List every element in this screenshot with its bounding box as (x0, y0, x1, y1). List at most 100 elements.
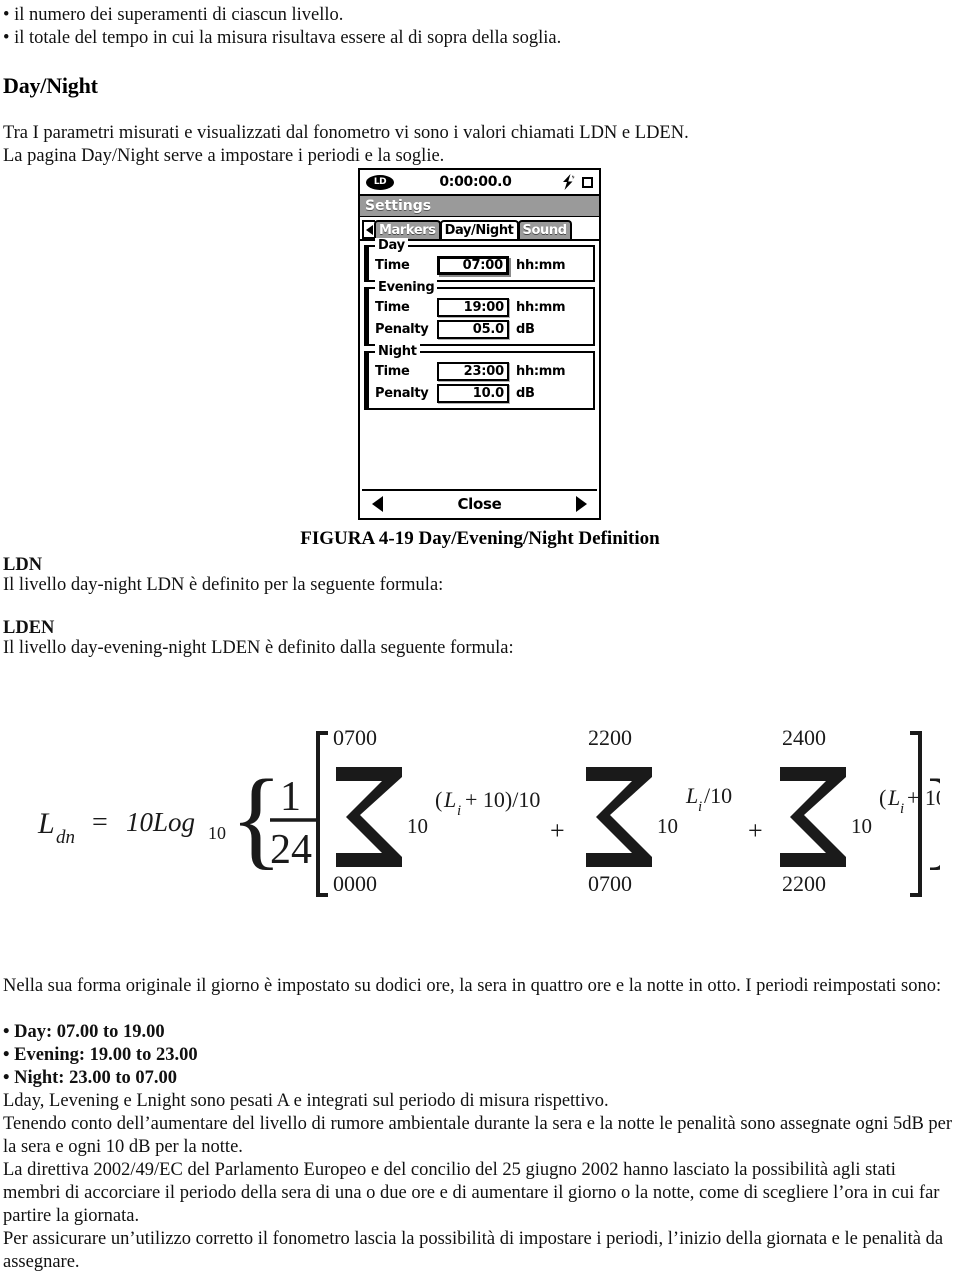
evening-time-unit: hh:mm (516, 300, 566, 315)
ldn-desc-smallcaps: DN (157, 575, 185, 595)
formula-coef: 10Log (126, 807, 195, 837)
device-status-bar: LD 0:00:00.0 (360, 170, 599, 196)
group-night-legend: Night (375, 344, 420, 359)
next-arrow-icon[interactable] (576, 495, 587, 512)
paragraph-periods-intro: Nella sua forma originale il giorno è im… (3, 976, 942, 996)
ldn-desc-post: è definito per la seguente formula: (184, 575, 444, 595)
intro-text-a: Tra I parametri misurati e visualizzati … (3, 123, 591, 143)
ld-logo-icon: LD (366, 174, 394, 190)
formula-term1-exponent-L: L (443, 787, 456, 812)
device-screenshot: LD 0:00:00.0 Settings Markers Day/Night … (358, 168, 601, 520)
row-evening-penalty: Penalty 05.0 dB (375, 320, 587, 339)
formula-right-bracket (910, 731, 922, 897)
intro-paragraph-line-1: Tra I parametri misurati e visualizzati … (3, 122, 689, 145)
row-day-time: Time 07:00 hh:mm (375, 256, 587, 275)
evening-penalty-unit: dB (516, 322, 535, 337)
tab-sound[interactable]: Sound (517, 220, 572, 239)
group-day: Day Time 07:00 hh:mm (364, 238, 595, 282)
close-button[interactable]: Close (457, 495, 501, 513)
lden-desc-pre: Il livello day-evening-night L (3, 638, 223, 658)
evening-penalty-input[interactable]: 05.0 (437, 320, 509, 339)
paragraph-final: Per assicurare un’utilizzo corretto il f… (3, 1229, 944, 1272)
tab-markers[interactable]: Markers (374, 220, 441, 239)
formula-term1-sigma (336, 767, 402, 867)
paragraph-penalty: Tenendo conto dell’aumentare del livello… (3, 1114, 953, 1157)
formula-term2-lower: 0700 (588, 871, 632, 896)
row-evening-time-label: Time (375, 300, 410, 315)
row-day-time-label: Time (375, 258, 410, 273)
day-time-input[interactable]: 07:00 (437, 256, 509, 275)
formula-term1-base: 10 (407, 814, 428, 838)
formula-term1-exponent-rest: + 10)/10 (465, 787, 540, 812)
ldn-desc-pre: Il livello day-night L (3, 575, 158, 595)
day-time-unit: hh:mm (516, 258, 566, 273)
row-night-penalty-label: Penalty (375, 386, 429, 401)
period-item-day: • Day: 07.00 to 19.00 (3, 1022, 165, 1042)
tab-day-night[interactable]: Day/Night (439, 220, 519, 239)
row-night-time-label: Time (375, 364, 410, 379)
formula-term1-upper: 0700 (333, 725, 377, 750)
formula-term1-exponent-i: i (457, 803, 461, 819)
group-evening-legend: Evening (375, 280, 438, 295)
lightning-icon (563, 174, 575, 190)
row-night-penalty: Penalty 10.0 dB (375, 384, 587, 403)
formula-term3-exponent-i: i (900, 801, 904, 817)
lden-description: Il livello day-evening-night LDEN è defi… (3, 637, 514, 660)
period-item-evening: • Evening: 19.00 to 23.00 (3, 1045, 198, 1065)
row-evening-penalty-label: Penalty (375, 322, 429, 337)
figure-caption: FIGURA 4-19 Day/Evening/Night Definition (300, 528, 660, 549)
group-night: Night Time 23:00 hh:mm Penalty 10.0 dB (364, 344, 595, 410)
section-heading: Day/Night (3, 73, 98, 98)
lden-desc-smallcaps: DEN (222, 638, 261, 658)
formula-term2-exponent-rest: /10 (704, 783, 732, 808)
night-time-unit: hh:mm (516, 364, 566, 379)
intro-paragraph-line-2: La pagina Day/Night serve a impostare i … (3, 146, 445, 166)
night-time-input[interactable]: 23:00 (437, 362, 509, 381)
device-title-bar: Settings (360, 196, 599, 217)
formula-term3-exponent-open: ( (879, 785, 886, 810)
lden-heading-prefix: L (3, 618, 16, 638)
chevron-left-icon (366, 224, 373, 235)
bullet-item: • il totale del tempo in cui la misura r… (3, 28, 562, 48)
elapsed-timer: 0:00:00.0 (439, 174, 512, 190)
intro-text-b: e L (617, 123, 647, 143)
formula-plus-1: + (550, 816, 565, 845)
formula-term1-lower: 0000 (333, 871, 377, 896)
night-penalty-unit: dB (516, 386, 535, 401)
formula-term3-upper: 2400 (782, 725, 826, 750)
formula-term2-upper: 2200 (588, 725, 632, 750)
formula-svg: L dn = 10Log 10 { 1 24 0700 0000 10 (L … (37, 725, 940, 897)
ldn-heading-smallcaps: DN (15, 555, 43, 575)
lden-desc-post: è definito dalla seguente formula: (260, 638, 514, 658)
ldn-smallcaps: DN (590, 123, 618, 143)
formula-term2-exponent-L: L (685, 783, 698, 808)
bullet-item: • il numero dei superamenti di ciascun l… (3, 5, 344, 25)
device-settings-body: Day Time 07:00 hh:mm Evening Time 19:00 … (360, 238, 599, 410)
formula-left-bracket (316, 731, 328, 897)
formula-term2-exponent-i: i (698, 799, 702, 815)
formula-lhs-var: L (37, 807, 55, 840)
document-page: • il numero dei superamenti di ciascun l… (0, 0, 960, 1272)
row-evening-time: Time 19:00 hh:mm (375, 298, 587, 317)
row-night-time: Time 23:00 hh:mm (375, 362, 587, 381)
paragraph-lday: Lday, Levening e Lnight sono pesati A e … (3, 1091, 609, 1111)
group-evening: Evening Time 19:00 hh:mm Penalty 05.0 dB (364, 280, 595, 346)
group-day-legend: Day (375, 238, 408, 253)
lden-smallcaps: DEN (646, 123, 685, 143)
formula-right-brace: } (920, 757, 940, 879)
lden-heading-smallcaps: DEN (15, 618, 55, 638)
formula-term3-base: 10 (851, 814, 872, 838)
ldn-description: Il livello day-night LDN è definito per … (3, 574, 443, 597)
night-penalty-input[interactable]: 10.0 (437, 384, 509, 403)
formula-plus-2: + (748, 816, 763, 845)
prev-arrow-icon[interactable] (372, 495, 383, 512)
period-item-night: • Night: 23.00 to 07.00 (3, 1068, 177, 1088)
formula-term1-exponent-open: ( (435, 787, 442, 812)
formula-term2-base: 10 (657, 814, 678, 838)
formula-term3-exponent-L: L (887, 785, 900, 810)
evening-time-input[interactable]: 19:00 (437, 298, 509, 317)
device-footer-bar: Close (362, 489, 597, 516)
formula-lhs-sub: dn (56, 827, 75, 848)
paragraph-directive: La direttiva 2002/49/EC del Parlamento E… (3, 1160, 940, 1226)
formula-term3-lower: 2200 (782, 871, 826, 896)
